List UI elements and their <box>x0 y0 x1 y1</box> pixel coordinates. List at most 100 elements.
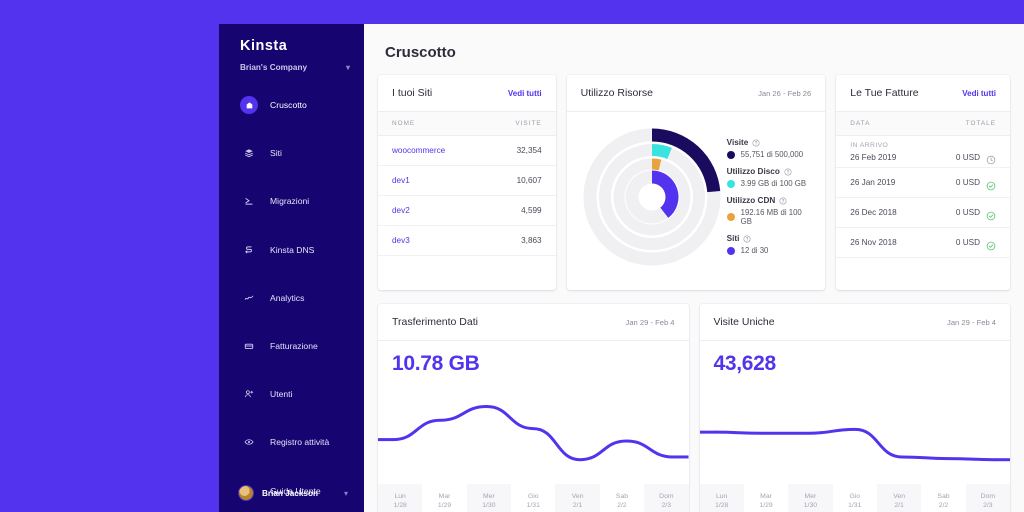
main-content: Cruscotto I tuoi Siti Vedi tutti NOME VI… <box>364 24 1024 512</box>
table-row[interactable]: dev3 3,863 <box>378 226 556 256</box>
transfer-value: 10.78 GB <box>392 352 480 375</box>
page-title: Cruscotto <box>385 44 456 61</box>
sidebar-item-migrazioni[interactable]: Migrazioni <box>219 189 364 213</box>
visits-plot <box>700 376 1011 484</box>
legend-value-row: 12 di 30 <box>726 246 812 255</box>
user-menu[interactable]: Brian Jackson ▾ <box>219 485 364 501</box>
tick-day: Sab <box>615 493 629 500</box>
sidebar-item-kinsta-dns[interactable]: Kinsta DNS <box>219 238 364 262</box>
sidebar-item-utenti[interactable]: Utenti <box>219 382 364 406</box>
legend-value-row: 192.16 MB di 100 GB <box>726 208 812 226</box>
legend-value-row: 3.99 GB di 100 GB <box>726 179 812 188</box>
chevron-down-icon: ▾ <box>345 63 350 72</box>
tick-day: Mar <box>760 493 772 500</box>
invoices-table-header: DATA TOTALE <box>836 112 1010 136</box>
invoices-card-header: Le Tue Fatture Vedi tutti <box>836 75 1010 112</box>
x-axis-tick: Gio 1/31 <box>511 484 556 512</box>
check-circle-icon <box>986 238 996 250</box>
sidebar-item-cruscotto[interactable]: Cruscotto <box>219 93 364 117</box>
legend-color-dot <box>726 150 735 159</box>
sidebar-item-analytics[interactable]: Analytics <box>219 286 364 310</box>
site-visits: 10,607 <box>516 176 542 185</box>
help-icon[interactable] <box>743 234 751 243</box>
sidebar-item-fatturazione[interactable]: Fatturazione <box>219 334 364 358</box>
transfer-card-header: Trasferimento Dati Jan 29 - Feb 4 <box>378 304 689 341</box>
radial-gauge-chart <box>577 118 727 290</box>
invoice-row[interactable]: IN ARRIVO 26 Feb 2019 0 USD <box>836 136 1010 168</box>
x-axis-tick: Ven 2/1 <box>555 484 600 512</box>
sidebar-item-label: Fatturazione <box>270 340 318 351</box>
tick-date: 2/3 <box>661 502 672 509</box>
invoice-date: 26 Feb 2019 <box>850 152 897 162</box>
site-name-link[interactable]: woocommerce <box>392 146 445 155</box>
legend-color-dot <box>726 179 735 188</box>
tick-day: Ven <box>893 493 905 500</box>
table-row[interactable]: woocommerce 32,354 <box>378 136 556 166</box>
tick-date: 1/28 <box>393 502 407 509</box>
site-visits: 3,863 <box>521 236 542 245</box>
eye-icon <box>240 433 258 451</box>
help-icon[interactable] <box>784 167 792 176</box>
legend-item: Utilizzo CDN 192.16 MB di 100 GB <box>726 196 812 226</box>
sidebar-item-siti[interactable]: Siti <box>219 141 364 165</box>
x-axis-tick: Lun 1/28 <box>699 484 744 512</box>
legend-value: 3.99 GB di 100 GB <box>740 179 807 188</box>
help-icon[interactable] <box>752 138 760 147</box>
sidebar-item-label: Analytics <box>270 292 305 303</box>
legend-label: Visite <box>727 138 812 147</box>
sidebar-nav: Cruscotto Siti Migrazioni Kinsta DNS Analyti… <box>219 93 364 503</box>
sites-view-all-link[interactable]: Vedi tutti <box>508 89 542 98</box>
invoice-date: 26 Dec 2018 <box>850 208 897 217</box>
company-switcher[interactable]: Brian's Company ▾ <box>240 63 350 72</box>
invoices-view-all-link[interactable]: Vedi tutti <box>962 89 996 98</box>
table-row[interactable]: dev2 4,599 <box>378 196 556 226</box>
sites-card-header: I tuoi Siti Vedi tutti <box>378 75 556 112</box>
x-axis-tick: Mer 1/30 <box>466 484 512 512</box>
legend-color-dot <box>726 213 735 221</box>
x-axis-tick: Dom 2/3 <box>965 484 1010 512</box>
tick-day: Mar <box>438 493 451 500</box>
migration-icon <box>240 192 258 210</box>
table-row[interactable]: dev1 10,607 <box>378 166 556 196</box>
tick-day: Dom <box>659 493 674 500</box>
avatar <box>238 485 254 501</box>
user-name: Brian Jackson <box>262 488 318 498</box>
tick-day: Mer <box>483 493 495 500</box>
visits-card-header: Visite Uniche Jan 29 - Feb 4 <box>699 304 1010 341</box>
bottom-row: Trasferimento Dati Jan 29 - Feb 4 10.78 … <box>375 304 1013 512</box>
kinsta-logo: Kinsta <box>240 38 288 54</box>
sidebar-item-label: Cruscotto <box>270 100 307 110</box>
invoice-date: 26 Nov 2018 <box>850 238 897 247</box>
invoice-row[interactable]: 26 Jan 2019 0 USD <box>836 168 1010 198</box>
site-name-link[interactable]: dev3 <box>392 236 410 245</box>
invoice-row[interactable]: 26 Nov 2018 0 USD <box>836 228 1010 258</box>
invoice-amount: 0 USD <box>955 152 980 162</box>
site-name-link[interactable]: dev2 <box>392 206 410 215</box>
site-visits: 32,354 <box>516 146 542 155</box>
app-window: Kinsta Brian's Company ▾ Cruscotto Siti Mi… <box>219 24 1024 512</box>
tick-date: 1/31 <box>848 502 862 509</box>
legend-label: Siti <box>727 234 812 243</box>
clock-icon <box>986 152 996 165</box>
tick-day: Sab <box>937 493 950 500</box>
transfer-plot <box>378 376 689 484</box>
sidebar: Kinsta Brian's Company ▾ Cruscotto Siti Mi… <box>219 24 364 512</box>
tick-day: Lun <box>394 493 406 500</box>
x-axis-tick: Dom 2/3 <box>644 484 689 512</box>
sidebar-item-registro-attivit-[interactable]: Registro attività <box>219 430 364 454</box>
invoice-amount: 0 USD <box>955 238 980 247</box>
analytics-icon <box>240 289 258 307</box>
transfer-card: Trasferimento Dati Jan 29 - Feb 4 10.78 … <box>378 304 689 512</box>
visits-value: 43,628 <box>713 352 777 375</box>
invoices-card: Le Tue Fatture Vedi tutti DATA TOTALE IN… <box>836 75 1010 290</box>
tick-day: Dom <box>980 493 996 500</box>
invoice-row[interactable]: 26 Dec 2018 0 USD <box>836 198 1010 228</box>
help-icon[interactable] <box>779 196 787 205</box>
site-name-link[interactable]: dev1 <box>392 176 410 185</box>
legend-item: Utilizzo Disco 3.99 GB di 100 GB <box>726 167 812 188</box>
resources-body: Visite 55,751 di 500,000 Utilizzo Disco 3.9… <box>567 112 826 290</box>
